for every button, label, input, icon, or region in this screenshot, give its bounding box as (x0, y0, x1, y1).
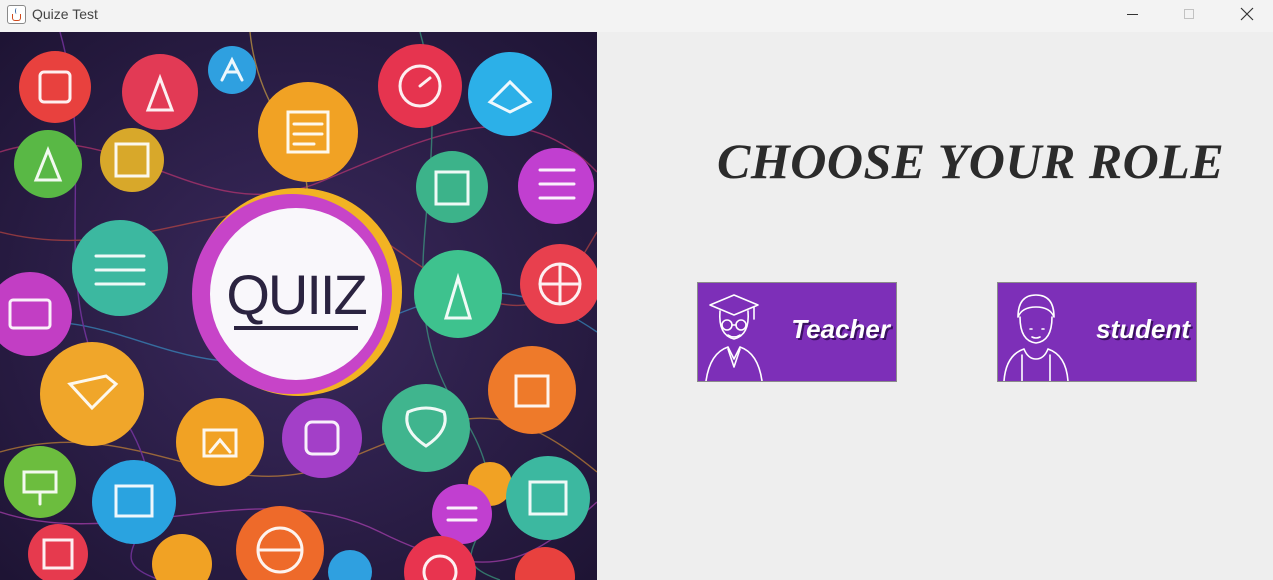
teacher-button-label: Teacher (791, 314, 890, 344)
maximize-button[interactable] (1160, 0, 1218, 28)
student-button-label: student (1096, 314, 1190, 344)
quiz-illustration: QUIIZ (0, 32, 597, 580)
quiz-badge-text: QUIIZ (226, 263, 366, 326)
java-app-icon (7, 5, 26, 24)
close-icon (1240, 7, 1254, 21)
minimize-button[interactable] (1103, 0, 1161, 28)
student-role-button[interactable]: student (997, 282, 1197, 382)
teacher-role-button[interactable]: Teacher (697, 282, 897, 382)
quiz-hero-image: QUIIZ (0, 32, 597, 580)
minimize-icon (1126, 13, 1138, 15)
window-titlebar: Quize Test (0, 0, 1273, 32)
student-icon (1003, 294, 1069, 381)
page-title: CHOOSE YOUR ROLE (717, 133, 1225, 189)
maximize-icon (1184, 9, 1194, 19)
close-button[interactable] (1218, 0, 1273, 28)
teacher-graduate-icon (705, 294, 763, 381)
window-title: Quize Test (32, 6, 98, 22)
role-selection-panel: CHOOSE YOUR ROLE Teacher student (597, 32, 1273, 580)
